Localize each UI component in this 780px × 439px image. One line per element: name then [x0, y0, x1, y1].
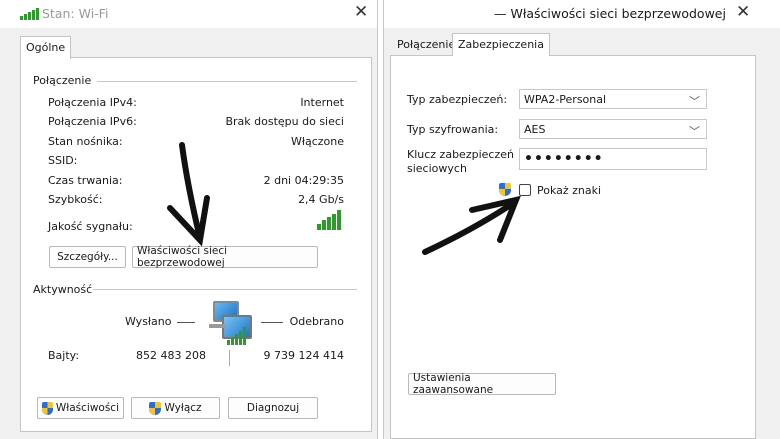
disable-button[interactable]: Wyłącz: [131, 397, 220, 419]
divider: [93, 289, 357, 290]
tab-strip: Połączenie Zabezpieczenia: [384, 33, 780, 56]
close-icon[interactable]: ✕: [354, 2, 368, 22]
network-key-input[interactable]: ••••••••: [519, 148, 707, 170]
speed-label: Szybkość:: [48, 193, 103, 206]
uac-shield-icon: [499, 183, 511, 196]
media-state-label: Stan nośnika:: [48, 135, 123, 148]
network-key-value: ••••••••: [524, 151, 604, 167]
signal-bars-icon: [317, 210, 341, 230]
activity-heading: Aktywność: [33, 283, 93, 296]
uac-shield-icon: [149, 401, 162, 415]
tab-connection[interactable]: Połączenie: [392, 35, 460, 54]
close-icon[interactable]: ✕: [736, 2, 750, 22]
properties-button-label: Właściwości: [55, 402, 119, 414]
disable-button-label: Wyłącz: [164, 402, 202, 414]
ssid-label: SSID:: [48, 154, 78, 167]
speed-value: 2,4 Gb/s: [298, 193, 344, 206]
tab-strip: Ogólne: [0, 36, 377, 59]
wifi-signal-icon: [20, 8, 39, 20]
tab-general[interactable]: Ogólne: [20, 36, 72, 59]
ipv6-label: Połączenia IPv6:: [48, 115, 137, 128]
sent-label: Wysłano: [125, 315, 172, 328]
title-bar: Stan: Wi-Fi ✕: [0, 0, 377, 28]
network-name-redaction: [392, 4, 492, 22]
divider: [229, 350, 230, 366]
security-type-label: Typ zabezpieczeń:: [407, 93, 508, 106]
security-type-value: WPA2-Personal: [524, 92, 607, 106]
bytes-label: Bajty:: [48, 349, 80, 362]
chevron-down-icon: ﹀: [689, 95, 700, 108]
received-label: Odebrano: [289, 315, 344, 328]
dash: [177, 322, 195, 323]
window-title: Stan: Wi-Fi: [42, 6, 109, 21]
security-type-select[interactable]: WPA2-Personal ﹀: [519, 89, 707, 109]
encryption-type-value: AES: [524, 122, 546, 136]
chevron-down-icon: ﹀: [689, 125, 700, 138]
bytes-received-value: 9 739 124 414: [263, 349, 344, 362]
encryption-type-label: Typ szyfrowania:: [407, 123, 499, 136]
wireless-properties-button[interactable]: Właściwości sieci bezprzewodowej: [132, 245, 318, 269]
show-characters-label[interactable]: Pokaż znaki: [537, 184, 601, 197]
divider: [97, 81, 357, 82]
media-state-value: Włączone: [290, 135, 344, 148]
wireless-properties-window: — Właściwości sieci bezprzewodowej ✕ Poł…: [383, 0, 780, 439]
tab-security[interactable]: Zabezpieczenia: [452, 33, 550, 56]
ipv4-label: Połączenia IPv4:: [48, 96, 137, 109]
general-panel: Połączenie Połączenia IPv4: Internet Poł…: [20, 57, 372, 432]
duration-label: Czas trwania:: [48, 174, 123, 187]
dash: [261, 322, 283, 323]
properties-button[interactable]: Właściwości: [37, 397, 124, 419]
ipv6-value: Brak dostępu do sieci: [225, 115, 344, 128]
ipv4-value: Internet: [300, 96, 344, 109]
bytes-sent-value: 852 483 208: [136, 349, 206, 362]
connection-heading: Połączenie: [33, 74, 92, 87]
duration-value: 2 dni 04:29:35: [263, 174, 344, 187]
diagnose-button[interactable]: Diagnozuj: [228, 397, 318, 419]
ssid-redaction: [226, 152, 354, 168]
security-panel: Typ zabezpieczeń: WPA2-Personal ﹀ Typ sz…: [390, 55, 756, 439]
network-key-label-line1: Klucz zabezpieczeń: [407, 148, 514, 161]
network-activity-icon: [207, 301, 253, 349]
advanced-settings-button[interactable]: Ustawienia zaawansowane: [408, 372, 556, 396]
signal-quality-label: Jakość sygnału:: [48, 220, 133, 233]
details-button[interactable]: Szczegóły...: [49, 246, 126, 268]
uac-shield-icon: [42, 401, 53, 415]
title-bar: — Właściwości sieci bezprzewodowej ✕: [384, 0, 780, 28]
wifi-status-window: Stan: Wi-Fi ✕ Ogólne Połączenie Połączen…: [0, 0, 378, 439]
network-key-label-line2: sieciowych: [407, 162, 467, 175]
window-title: — Właściwości sieci bezprzewodowej: [494, 6, 726, 21]
show-characters-checkbox[interactable]: [519, 184, 531, 196]
signal-small-icon: [227, 327, 246, 345]
encryption-type-select[interactable]: AES ﹀: [519, 119, 707, 139]
